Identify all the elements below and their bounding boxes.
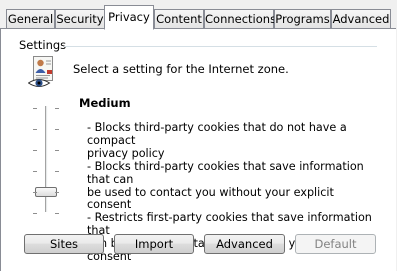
tab-security[interactable]: Security bbox=[55, 9, 105, 28]
zone-instruction-text: Select a setting for the Internet zone. bbox=[73, 62, 289, 76]
privacy-level-title: Medium bbox=[79, 96, 131, 110]
default-button: Default bbox=[295, 234, 376, 254]
slider-tick bbox=[55, 171, 59, 172]
tab-content[interactable]: Content bbox=[154, 9, 204, 28]
description-line: - Blocks third-party cookies that save i… bbox=[87, 159, 364, 186]
advanced-button[interactable]: Advanced bbox=[204, 234, 285, 254]
description-line: privacy policy bbox=[87, 146, 165, 160]
slider-tick bbox=[55, 150, 59, 151]
import-button[interactable]: Import bbox=[114, 234, 194, 254]
slider-tick bbox=[33, 171, 37, 172]
slider-tick bbox=[55, 213, 59, 214]
sites-button[interactable]: Sites bbox=[24, 234, 104, 254]
tab-general[interactable]: General bbox=[6, 9, 55, 28]
tab-programs[interactable]: Programs bbox=[274, 9, 331, 28]
settings-group-label: Settings bbox=[19, 38, 67, 52]
tab-privacy[interactable]: Privacy bbox=[104, 5, 154, 30]
tab-connections[interactable]: Connections bbox=[204, 9, 276, 28]
slider-tick bbox=[55, 192, 59, 193]
settings-group-divider bbox=[64, 46, 377, 47]
description-line: be used to contact you without your expl… bbox=[87, 185, 334, 212]
slider-tick bbox=[33, 129, 37, 130]
slider-tick bbox=[33, 213, 37, 214]
privacy-certificate-eye-icon bbox=[28, 56, 53, 87]
slider-tick bbox=[55, 129, 59, 130]
privacy-level-slider[interactable] bbox=[28, 104, 64, 216]
slider-tick bbox=[55, 108, 59, 109]
slider-tick bbox=[33, 192, 37, 193]
tab-advanced[interactable]: Advanced bbox=[331, 9, 391, 28]
description-line: - Blocks third-party cookies that do not… bbox=[87, 121, 347, 147]
slider-tick bbox=[33, 150, 37, 151]
slider-tick bbox=[33, 108, 37, 109]
slider-thumb[interactable] bbox=[35, 187, 57, 197]
tab-strip: General Security Privacy Content Connect… bbox=[0, 0, 397, 30]
